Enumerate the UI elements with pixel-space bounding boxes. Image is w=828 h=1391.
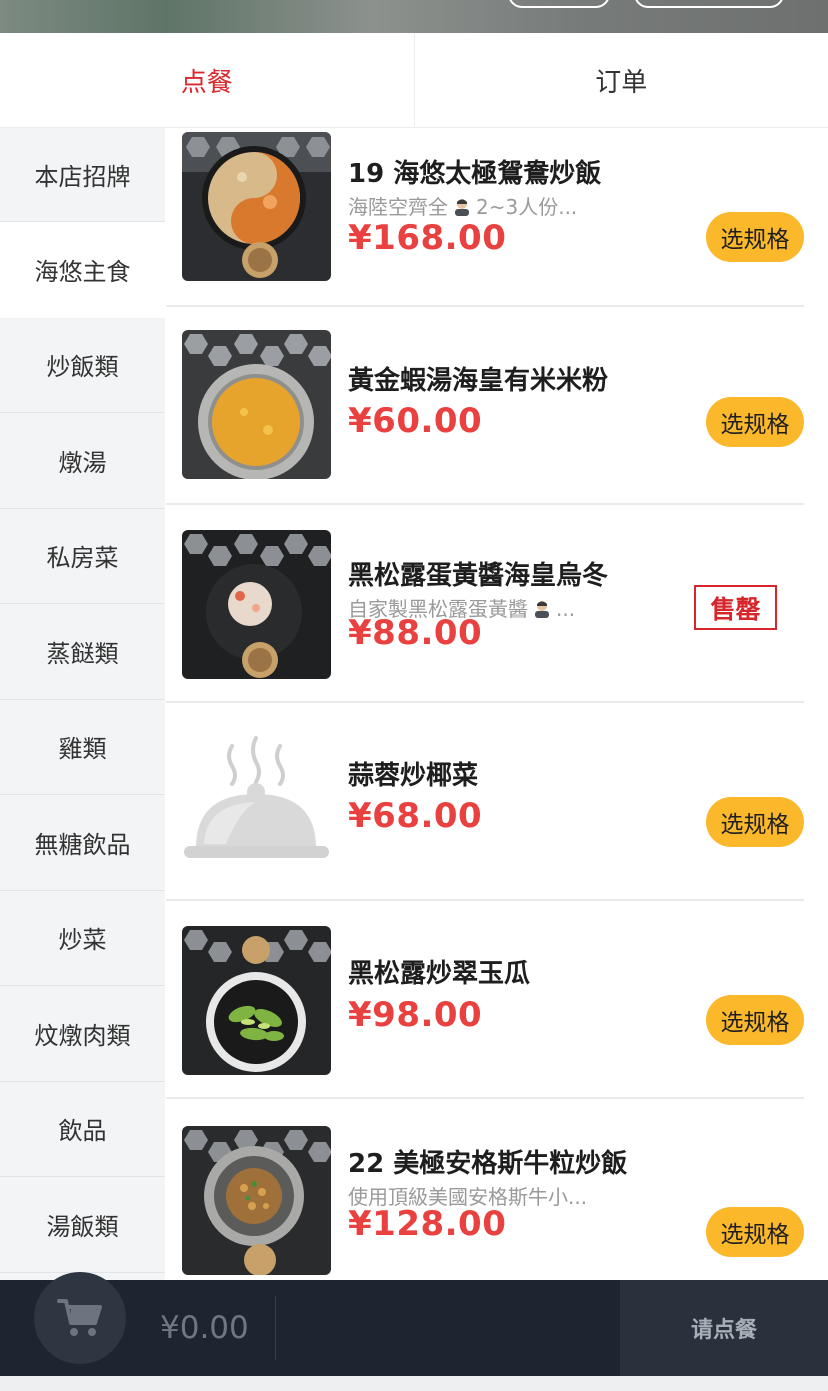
dish-name: 黑松露蛋黃醬海皇烏冬 bbox=[348, 561, 609, 591]
sidebar-item-private-kitchen[interactable]: 私房菜 bbox=[0, 509, 165, 604]
sidebar-item-steamed[interactable]: 蒸餸類 bbox=[0, 604, 165, 700]
dish-item[interactable]: 黑松露蛋黃醬海皇烏冬 自家製黑松露蛋黃醬... ¥88.00 售罄 bbox=[166, 505, 804, 703]
dish-name: 19 海悠太極鴛鴦炒飯 bbox=[348, 159, 602, 189]
cart-button[interactable] bbox=[34, 1272, 126, 1364]
dish-item[interactable]: 黃金蝦湯海皇有米米粉 ¥60.00 选规格 bbox=[166, 307, 804, 505]
dish-description-text: 海陸空齊全 bbox=[348, 195, 448, 219]
select-spec-button[interactable]: 选规格 bbox=[706, 397, 804, 447]
sidebar-item-braised-meat[interactable]: 炆燉肉類 bbox=[0, 986, 165, 1082]
cart-icon bbox=[57, 1299, 102, 1336]
sidebar-item-chicken[interactable]: 雞類 bbox=[0, 700, 165, 795]
dish-name: 黃金蝦湯海皇有米米粉 bbox=[348, 366, 609, 396]
dish-price: ¥60.00 bbox=[348, 401, 483, 441]
dish-price: ¥68.00 bbox=[348, 796, 483, 836]
dish-image[interactable] bbox=[182, 926, 331, 1075]
bottom-strip bbox=[0, 1376, 828, 1391]
sidebar-item-signature[interactable]: 本店招牌 bbox=[0, 128, 165, 222]
sidebar-item-staples[interactable]: 海悠主食 bbox=[0, 222, 165, 318]
header-button-right[interactable] bbox=[634, 0, 784, 8]
header-banner bbox=[0, 0, 828, 33]
category-sidebar: 本店招牌 海悠主食 炒飯類 燉湯 私房菜 蒸餸類 雞類 無糖飲品 炒菜 炆燉肉類… bbox=[0, 128, 165, 1280]
dish-description: 海陸空齊全 2~3人份... bbox=[348, 191, 577, 220]
submit-order-button[interactable]: 请点餐 bbox=[620, 1280, 828, 1376]
sidebar-item-soup[interactable]: 燉湯 bbox=[0, 413, 165, 509]
sidebar-item-drinks[interactable]: 飲品 bbox=[0, 1082, 165, 1177]
dish-image[interactable] bbox=[182, 132, 331, 281]
dish-description-tail: 2~3人份... bbox=[476, 195, 578, 219]
select-spec-button[interactable]: 选规格 bbox=[706, 212, 804, 262]
dish-image[interactable] bbox=[182, 330, 331, 479]
cart-bar: ¥0.00 请点餐 bbox=[0, 1272, 828, 1376]
dish-image[interactable] bbox=[182, 530, 331, 679]
select-spec-button[interactable]: 选规格 bbox=[706, 797, 804, 847]
sidebar-item-soup-rice[interactable]: 湯飯類 bbox=[0, 1177, 165, 1273]
select-spec-button[interactable]: 选规格 bbox=[706, 1207, 804, 1257]
tab-order-food[interactable]: 点餐 bbox=[0, 33, 414, 127]
dish-name: 黑松露炒翠玉瓜 bbox=[348, 959, 531, 989]
sidebar-item-stir-fried-veg[interactable]: 炒菜 bbox=[0, 891, 165, 986]
dish-item[interactable]: 蒜蓉炒椰菜 ¥68.00 选规格 bbox=[166, 703, 804, 901]
person-emoji-icon bbox=[455, 199, 469, 216]
dish-item[interactable]: 22 美極安格斯牛粒炒飯 使用頂級美國安格斯牛小... ¥128.00 选规格 bbox=[166, 1099, 804, 1280]
dish-item[interactable]: 19 海悠太極鴛鴦炒飯 海陸空齊全 2~3人份... ¥168.00 选规格 bbox=[166, 128, 804, 307]
tab-bar: 点餐 订单 bbox=[0, 33, 828, 128]
dish-price: ¥128.00 bbox=[348, 1204, 507, 1244]
tab-orders[interactable]: 订单 bbox=[413, 33, 828, 127]
cart-divider bbox=[275, 1296, 276, 1360]
cart-total: ¥0.00 bbox=[160, 1310, 249, 1346]
dish-description-tail: ... bbox=[556, 597, 576, 621]
sold-out-badge: 售罄 bbox=[694, 585, 777, 630]
dish-list: 19 海悠太極鴛鴦炒飯 海陸空齊全 2~3人份... ¥168.00 选规格 黃… bbox=[166, 128, 828, 1280]
dish-price: ¥168.00 bbox=[348, 218, 507, 258]
dish-name: 蒜蓉炒椰菜 bbox=[348, 761, 479, 791]
dish-price: ¥98.00 bbox=[348, 995, 483, 1035]
person-emoji-icon bbox=[535, 601, 549, 618]
header-button-left[interactable] bbox=[508, 0, 610, 8]
select-spec-button[interactable]: 选规格 bbox=[706, 995, 804, 1045]
sidebar-item-fried-rice[interactable]: 炒飯類 bbox=[0, 318, 165, 413]
dish-price: ¥88.00 bbox=[348, 613, 483, 653]
dish-image[interactable] bbox=[182, 728, 331, 877]
dish-image[interactable] bbox=[182, 1126, 331, 1275]
dish-name: 22 美極安格斯牛粒炒飯 bbox=[348, 1149, 628, 1179]
dish-item[interactable]: 黑松露炒翠玉瓜 ¥98.00 选规格 bbox=[166, 901, 804, 1099]
sidebar-item-sugar-free-drinks[interactable]: 無糖飲品 bbox=[0, 795, 165, 891]
